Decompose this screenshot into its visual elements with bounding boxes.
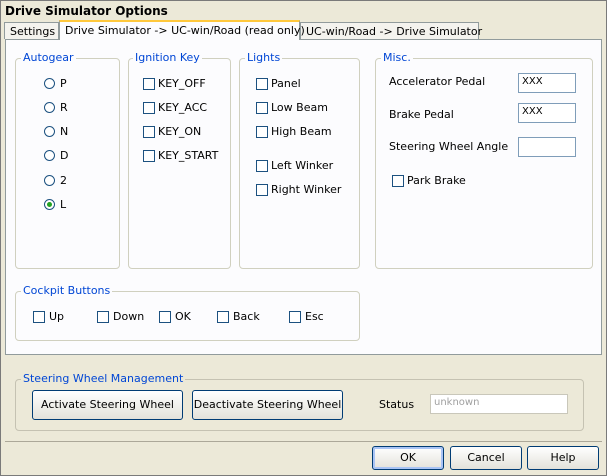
deactivate-steering-wheel-button[interactable]: Deactivate Steering Wheel xyxy=(192,390,343,420)
radio-label: P xyxy=(60,77,67,90)
radio-button[interactable] xyxy=(44,126,55,137)
window-title: Drive Simulator Options xyxy=(5,4,168,18)
title-bar: Drive Simulator Options xyxy=(1,1,606,21)
checkbox-label: Esc xyxy=(305,310,324,323)
checkbox-label: Back xyxy=(233,310,260,323)
radio-label: L xyxy=(60,198,67,211)
checkbox-box[interactable] xyxy=(392,175,404,187)
checkbox-label: High Beam xyxy=(271,125,332,138)
cockpit-buttons-group-label: Cockpit Buttons xyxy=(21,284,113,297)
radio-selected-dot xyxy=(47,202,52,207)
radio-button[interactable] xyxy=(44,102,55,113)
checkbox-box[interactable] xyxy=(217,311,229,323)
checkbox-label: KEY_ACC xyxy=(158,101,208,114)
accelerator-pedal-field[interactable]: XXX xyxy=(518,73,576,93)
checkbox-box[interactable] xyxy=(256,160,268,172)
checkbox-box[interactable] xyxy=(289,311,301,323)
ignition-key-group-label: Ignition Key xyxy=(133,51,202,64)
activate-steering-wheel-button[interactable]: Activate Steering Wheel xyxy=(32,390,183,420)
checkbox-box[interactable] xyxy=(256,78,268,90)
steering-wheel-angle-label: Steering Wheel Angle xyxy=(389,140,509,153)
brake-pedal-label: Brake Pedal xyxy=(389,108,454,121)
checkbox-label: KEY_START xyxy=(158,149,219,162)
status-field: unknown xyxy=(430,394,568,414)
radio-button-selected[interactable] xyxy=(44,199,55,210)
checkbox-label: Park Brake xyxy=(407,174,466,187)
radio-button[interactable] xyxy=(44,175,55,186)
checkbox-label: KEY_ON xyxy=(158,125,202,138)
checkbox-box[interactable] xyxy=(143,150,155,162)
checkbox-box[interactable] xyxy=(97,311,109,323)
checkbox-label: Up xyxy=(49,310,65,323)
checkbox-box[interactable] xyxy=(143,102,155,114)
tab-ucwin-to-drive-simulator[interactable]: UC-win/Road -> Drive Simulator xyxy=(300,22,482,39)
checkbox-box[interactable] xyxy=(143,78,155,90)
checkbox-label: Panel xyxy=(271,77,301,90)
brake-pedal-field[interactable]: XXX xyxy=(518,103,576,123)
checkbox-box[interactable] xyxy=(256,184,268,196)
steering-wheel-angle-field[interactable] xyxy=(518,137,576,157)
checkbox-label: Low Beam xyxy=(271,101,328,114)
tab-drive-simulator-to-ucwin[interactable]: Drive Simulator -> UC-win/Road (read onl… xyxy=(59,20,305,40)
radio-label: 2 xyxy=(60,174,67,187)
checkbox-label: KEY_OFF xyxy=(158,77,206,90)
checkbox-label: Left Winker xyxy=(271,159,334,172)
checkbox-label: OK xyxy=(175,310,191,323)
checkbox-box[interactable] xyxy=(256,126,268,138)
footer-divider xyxy=(5,441,602,442)
autogear-group xyxy=(15,58,120,269)
checkbox-box[interactable] xyxy=(33,311,45,323)
status-label: Status xyxy=(379,398,415,411)
checkbox-box[interactable] xyxy=(143,126,155,138)
radio-label: N xyxy=(60,125,69,138)
checkbox-box[interactable] xyxy=(159,311,171,323)
steering-wheel-management-label: Steering Wheel Management xyxy=(21,372,186,385)
radio-button[interactable] xyxy=(44,78,55,89)
lights-group-label: Lights xyxy=(245,51,283,64)
radio-label: D xyxy=(60,149,69,162)
checkbox-label: Right Winker xyxy=(271,183,342,196)
tab-settings[interactable]: Settings xyxy=(4,22,59,39)
radio-button[interactable] xyxy=(44,150,55,161)
radio-label: R xyxy=(60,101,68,114)
checkbox-label: Down xyxy=(113,310,145,323)
cancel-button[interactable]: Cancel xyxy=(450,446,522,470)
autogear-group-label: Autogear xyxy=(21,51,76,64)
misc-group-label: Misc. xyxy=(381,51,413,64)
accelerator-pedal-label: Accelerator Pedal xyxy=(389,75,486,88)
help-button[interactable]: Help xyxy=(527,446,599,470)
ok-button[interactable]: OK xyxy=(372,446,444,470)
checkbox-box[interactable] xyxy=(256,102,268,114)
